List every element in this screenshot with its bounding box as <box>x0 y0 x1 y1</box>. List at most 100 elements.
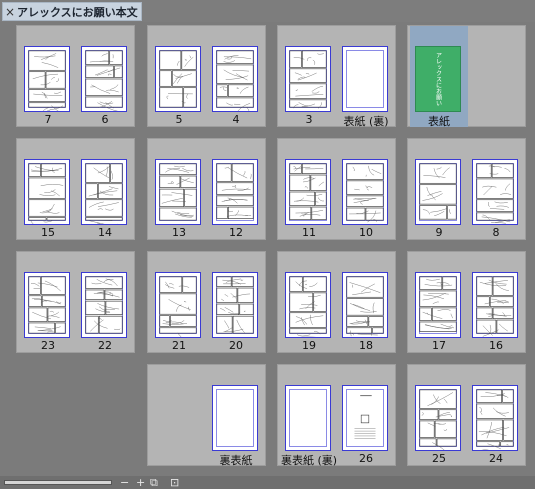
page-thumbnail[interactable]: 5 <box>150 26 208 127</box>
cover-page-image: アレックスにお願い <box>415 46 461 112</box>
page-number-label: 9 <box>435 226 443 239</box>
page-thumbnail[interactable]: 13 <box>150 139 208 240</box>
page-thumbnail[interactable]: 14 <box>76 139 134 240</box>
page-image <box>472 159 518 225</box>
page-image <box>155 159 201 225</box>
zoom-in-button[interactable]: + <box>136 477 145 488</box>
page-image <box>285 46 331 112</box>
page-thumbnail[interactable]: 26 <box>337 365 395 466</box>
page-manager-grid: 7 6 5 4 3 表紙 (裏) アレックスにお願い 表紙 15 14 13 12 11 10 9 8 23 22… <box>2 22 535 476</box>
page-image <box>415 272 461 338</box>
page-spread[interactable]: 裏表紙 <box>147 364 266 467</box>
page-thumbnail[interactable]: 10 <box>337 139 395 240</box>
page-thumbnail[interactable]: 21 <box>150 252 208 353</box>
page-image <box>212 385 258 451</box>
page-thumbnail[interactable]: 4 <box>207 26 265 127</box>
page-image <box>155 272 201 338</box>
trim-guide <box>216 389 254 447</box>
page-thumbnail[interactable]: 24 <box>467 365 525 466</box>
page-image <box>81 159 127 225</box>
page-number-label: 25 <box>432 452 446 465</box>
page-spread[interactable]: 19 18 <box>277 251 396 353</box>
page-thumbnail[interactable]: 表紙 (裏) <box>337 26 395 128</box>
page-thumbnail[interactable]: 7 <box>19 26 77 127</box>
page-thumbnail[interactable]: 12 <box>207 139 265 240</box>
bottom-toolbar: − + ⧉ ⊡ <box>0 476 535 489</box>
page-spread[interactable]: 21 20 <box>147 251 266 353</box>
page-thumbnail[interactable]: 9 <box>410 139 468 240</box>
page-image <box>81 46 127 112</box>
page-image <box>285 272 331 338</box>
page-image <box>212 272 258 338</box>
page-thumbnail[interactable]: 20 <box>207 252 265 353</box>
page-thumbnail[interactable]: 23 <box>19 252 77 353</box>
page-image <box>472 385 518 451</box>
page-number-label: 21 <box>172 339 186 352</box>
page-number-label: 14 <box>98 226 112 239</box>
page-thumbnail[interactable]: 6 <box>76 26 134 127</box>
trim-guide <box>346 50 384 108</box>
page-number-label: 表紙 (裏) <box>343 115 389 128</box>
page-image <box>415 385 461 451</box>
page-thumbnail[interactable]: 22 <box>76 252 134 353</box>
page-spread[interactable]: 13 12 <box>147 138 266 240</box>
page-number-label: 7 <box>44 113 52 126</box>
page-number-label: 13 <box>172 226 186 239</box>
page-image <box>155 46 201 112</box>
zoom-out-button[interactable]: − <box>120 477 129 488</box>
page-image <box>342 159 388 225</box>
page-spread[interactable]: 23 22 <box>16 251 135 353</box>
fit-page-icon[interactable]: ⧉ <box>150 477 158 488</box>
page-image <box>24 46 70 112</box>
page-image <box>212 159 258 225</box>
page-spread[interactable]: 17 16 <box>407 251 526 353</box>
page-thumbnail[interactable]: 8 <box>467 139 525 240</box>
zoom-slider[interactable] <box>4 480 112 485</box>
page-number-label: 4 <box>232 113 240 126</box>
page-spread[interactable]: アレックスにお願い表紙 <box>407 25 526 128</box>
page-spread[interactable]: 76 <box>16 25 135 127</box>
page-thumbnail[interactable]: 17 <box>410 252 468 353</box>
trim-guide <box>289 389 327 447</box>
page-spread[interactable]: 3 表紙 (裏) <box>277 25 396 128</box>
page-image <box>342 385 388 451</box>
page-thumbnail[interactable]: 裏表紙 <box>207 365 265 467</box>
document-tab-title: アレックスにお願い本文 <box>17 5 138 19</box>
page-thumbnail[interactable]: 3 <box>280 26 338 127</box>
page-number-label: 24 <box>489 452 503 465</box>
page-spread[interactable]: 98 <box>407 138 526 240</box>
page-number-label: 裏表紙 <box>219 454 253 467</box>
page-spread[interactable]: 25 24 <box>407 364 526 466</box>
page-spread[interactable]: 裏表紙 (裏) 26 <box>277 364 396 467</box>
page-number-label: 15 <box>41 226 55 239</box>
cover-title-text: アレックスにお願い <box>434 52 442 106</box>
page-number-label: 表紙 <box>428 115 450 128</box>
page-spread[interactable]: 15 14 <box>16 138 135 240</box>
page-image <box>212 46 258 112</box>
page-number-label: 17 <box>432 339 446 352</box>
page-thumbnail[interactable]: アレックスにお願い表紙 <box>410 26 468 128</box>
page-image <box>342 46 388 112</box>
page-image <box>342 272 388 338</box>
page-thumbnail[interactable]: 19 <box>280 252 338 353</box>
page-number-label: 18 <box>359 339 373 352</box>
page-number-label: 19 <box>302 339 316 352</box>
page-thumbnail[interactable]: 18 <box>337 252 395 353</box>
page-thumbnail[interactable]: 裏表紙 (裏) <box>280 365 338 467</box>
page-image <box>472 272 518 338</box>
page-thumbnail[interactable]: 16 <box>467 252 525 353</box>
page-number-label: 11 <box>302 226 316 239</box>
document-tab[interactable]: × アレックスにお願い本文 <box>2 2 142 21</box>
page-thumbnail[interactable]: 11 <box>280 139 338 240</box>
page-spread[interactable]: 11 10 <box>277 138 396 240</box>
page-number-label: 22 <box>98 339 112 352</box>
page-thumbnail[interactable]: 15 <box>19 139 77 240</box>
page-thumbnail[interactable]: 25 <box>410 365 468 466</box>
page-number-label: 10 <box>359 226 373 239</box>
close-tab-icon[interactable]: × <box>3 5 17 19</box>
page-number-label: 16 <box>489 339 503 352</box>
page-image <box>415 159 461 225</box>
page-spread[interactable]: 54 <box>147 25 266 127</box>
page-settings-icon[interactable]: ⊡ <box>170 477 179 488</box>
page-number-label: 6 <box>101 113 109 126</box>
